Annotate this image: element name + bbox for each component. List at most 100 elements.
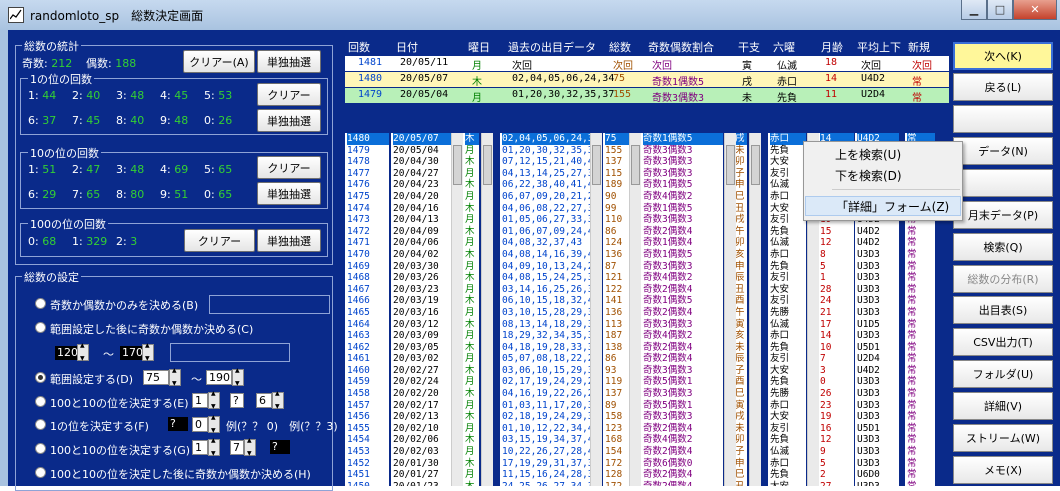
opt7-radio[interactable] bbox=[35, 467, 46, 478]
top-row[interactable]: 1481 20/05/11 月 次回 次回 次回 寅 仏滅 18 次回 次回 bbox=[345, 56, 949, 72]
list-item[interactable]: 奇数1偶数5 bbox=[643, 249, 723, 261]
list-item[interactable]: 04,08,14,16,39,40 bbox=[502, 249, 598, 261]
list-rokuyo[interactable]: 赤口 先負 大安 友引 仏滅 赤口 大安 友引 先負 仏滅 赤口 先負 友引 大安 友引 先勝 仏滅 赤口 先負 友引… bbox=[768, 133, 806, 486]
list-item[interactable]: 20/03/09 bbox=[393, 330, 451, 342]
column-header[interactable]: 平均上下 bbox=[857, 39, 901, 55]
list-item[interactable]: 常 bbox=[907, 434, 935, 446]
list-item[interactable]: 20/03/19 bbox=[393, 295, 451, 307]
list-item[interactable]: 常 bbox=[907, 295, 935, 307]
opt3-from-field[interactable]: 75 bbox=[143, 370, 169, 385]
list-item[interactable]: 奇数2偶数4 bbox=[643, 423, 723, 435]
list-item[interactable]: U3D3 bbox=[857, 458, 899, 470]
list-item[interactable]: 5 bbox=[820, 261, 854, 273]
list-item[interactable]: 月 bbox=[465, 261, 479, 273]
list-item[interactable]: 18,29,32,34,35,39 bbox=[502, 330, 598, 342]
list-item[interactable]: 亥 bbox=[735, 330, 747, 342]
list-item[interactable]: 03,15,19,34,37,40 bbox=[502, 434, 598, 446]
top-row[interactable]: 1480 20/05/07 木 02,04,05,06,24,34 75 奇数1偶数5 戌 赤… bbox=[345, 72, 949, 88]
list-scrollbar[interactable] bbox=[451, 133, 463, 486]
list-item[interactable]: 仏滅 bbox=[770, 237, 806, 249]
list-item[interactable]: 常 bbox=[907, 388, 935, 400]
opt6-label[interactable]: 100と10の位を決定する(G) bbox=[50, 442, 190, 458]
list-item[interactable]: 04,08,15,24,25,31 bbox=[502, 272, 598, 284]
side-button[interactable] bbox=[953, 105, 1053, 133]
list-item[interactable]: 奇数3偶数3 bbox=[643, 319, 723, 331]
opt4-radio[interactable] bbox=[35, 396, 46, 407]
list-item[interactable]: 24 bbox=[820, 295, 854, 307]
list-item[interactable]: U5D1 bbox=[857, 423, 899, 435]
list-item[interactable]: 月 bbox=[465, 307, 479, 319]
opt4-a-spin[interactable] bbox=[208, 390, 220, 410]
list-item[interactable]: 04,16,19,22,26,29 bbox=[502, 388, 598, 400]
list-item[interactable]: 大安 bbox=[770, 365, 806, 377]
list-item[interactable]: 奇数2偶数4 bbox=[643, 469, 723, 481]
list-item[interactable]: 子 bbox=[735, 446, 747, 458]
opt3-to-spin[interactable] bbox=[232, 367, 244, 387]
side-button[interactable]: 詳細(V) bbox=[953, 392, 1053, 420]
list-item[interactable]: 木 bbox=[465, 388, 479, 400]
list-item[interactable]: 仏滅 bbox=[770, 179, 806, 191]
list-item[interactable]: 先勝 bbox=[770, 388, 806, 400]
opt2-label[interactable]: 範囲設定した後に奇数か偶数か決める(C) bbox=[50, 321, 253, 337]
list-item[interactable]: 月 bbox=[465, 423, 479, 435]
opt3-radio[interactable] bbox=[35, 372, 46, 383]
list-item[interactable]: U5D1 bbox=[857, 342, 899, 354]
list-item[interactable]: 奇数5偶数1 bbox=[643, 400, 723, 412]
opt6-radio[interactable] bbox=[35, 443, 46, 454]
list-item[interactable]: 1465 bbox=[347, 307, 389, 319]
list-item[interactable]: 奇数2偶数4 bbox=[643, 446, 723, 458]
list-item[interactable]: 03,10,15,28,29,30 bbox=[502, 307, 598, 319]
opt6-c-field[interactable]: ? bbox=[270, 440, 290, 454]
list-item[interactable]: U4D2 bbox=[857, 237, 899, 249]
opt1-label[interactable]: 奇数か偶数かのみを決める(B) bbox=[50, 297, 198, 313]
opt1-input[interactable] bbox=[209, 295, 330, 314]
list-item[interactable]: 1457 bbox=[347, 400, 389, 412]
list-item[interactable]: 20/02/24 bbox=[393, 376, 451, 388]
list-item[interactable]: 常 bbox=[907, 284, 935, 296]
list-item[interactable]: 1 bbox=[820, 272, 854, 284]
list-item[interactable]: 04,09,10,13,24,27 bbox=[502, 261, 598, 273]
list-item[interactable]: 木 bbox=[465, 226, 479, 238]
list-item[interactable]: 先負 bbox=[770, 342, 806, 354]
list-item[interactable]: 奇数3偶数3 bbox=[643, 261, 723, 273]
list-item[interactable]: 20/02/03 bbox=[393, 446, 451, 458]
list-item[interactable]: 木 bbox=[465, 249, 479, 261]
list-item[interactable]: 常 bbox=[907, 226, 935, 238]
clear-a-button[interactable]: クリアー(A) bbox=[183, 50, 255, 73]
ones-single-button[interactable]: 単独抽選 bbox=[257, 109, 321, 132]
opt4-b-field[interactable]: ? bbox=[230, 393, 244, 408]
column-header[interactable]: 日付 bbox=[396, 39, 418, 55]
list-item[interactable]: 先負 bbox=[770, 434, 806, 446]
list-item[interactable]: 06,22,38,40,41,42 bbox=[502, 179, 598, 191]
list-item[interactable]: U3D3 bbox=[857, 307, 899, 319]
list-item[interactable]: 大安 bbox=[770, 481, 806, 486]
list-item[interactable]: 木 bbox=[465, 342, 479, 354]
list-item[interactable]: 12 bbox=[820, 434, 854, 446]
list-item[interactable]: 赤口 bbox=[770, 458, 806, 470]
list-item[interactable]: 常 bbox=[907, 400, 935, 412]
column-header[interactable]: 奇数偶数割合 bbox=[648, 39, 714, 55]
list-item[interactable]: 午 bbox=[735, 307, 747, 319]
list-item[interactable]: 1477 bbox=[347, 168, 389, 180]
list-item[interactable]: 申 bbox=[735, 458, 747, 470]
list-item[interactable]: 1479 bbox=[347, 145, 389, 157]
list-item[interactable]: 23 bbox=[820, 400, 854, 412]
list-item[interactable]: 01,03,11,17,20,37 bbox=[502, 400, 598, 412]
list-item[interactable]: 14 bbox=[820, 330, 854, 342]
opt4-a-field[interactable]: 1 bbox=[192, 393, 208, 408]
scroll-thumb[interactable] bbox=[751, 145, 760, 185]
list-item[interactable]: 巳 bbox=[735, 469, 747, 481]
list-item[interactable]: 赤口 bbox=[770, 400, 806, 412]
list-item[interactable]: U3D3 bbox=[857, 376, 899, 388]
list-item[interactable]: 奇数3偶数3 bbox=[643, 145, 723, 157]
list-item[interactable]: 04,18,19,28,33,36 bbox=[502, 342, 598, 354]
ones-clear-button[interactable]: クリアー bbox=[257, 83, 321, 106]
list-item[interactable]: 28 bbox=[820, 284, 854, 296]
list-item[interactable]: 奇数3偶数3 bbox=[643, 168, 723, 180]
side-button[interactable]: 検索(Q) bbox=[953, 233, 1053, 261]
list-item[interactable]: 木 bbox=[465, 179, 479, 191]
list-item[interactable]: 常 bbox=[907, 376, 935, 388]
list-item[interactable]: 未 bbox=[735, 145, 747, 157]
list-item[interactable]: 奇数2偶数4 bbox=[643, 307, 723, 319]
column-header[interactable]: 月齢 bbox=[821, 39, 843, 55]
